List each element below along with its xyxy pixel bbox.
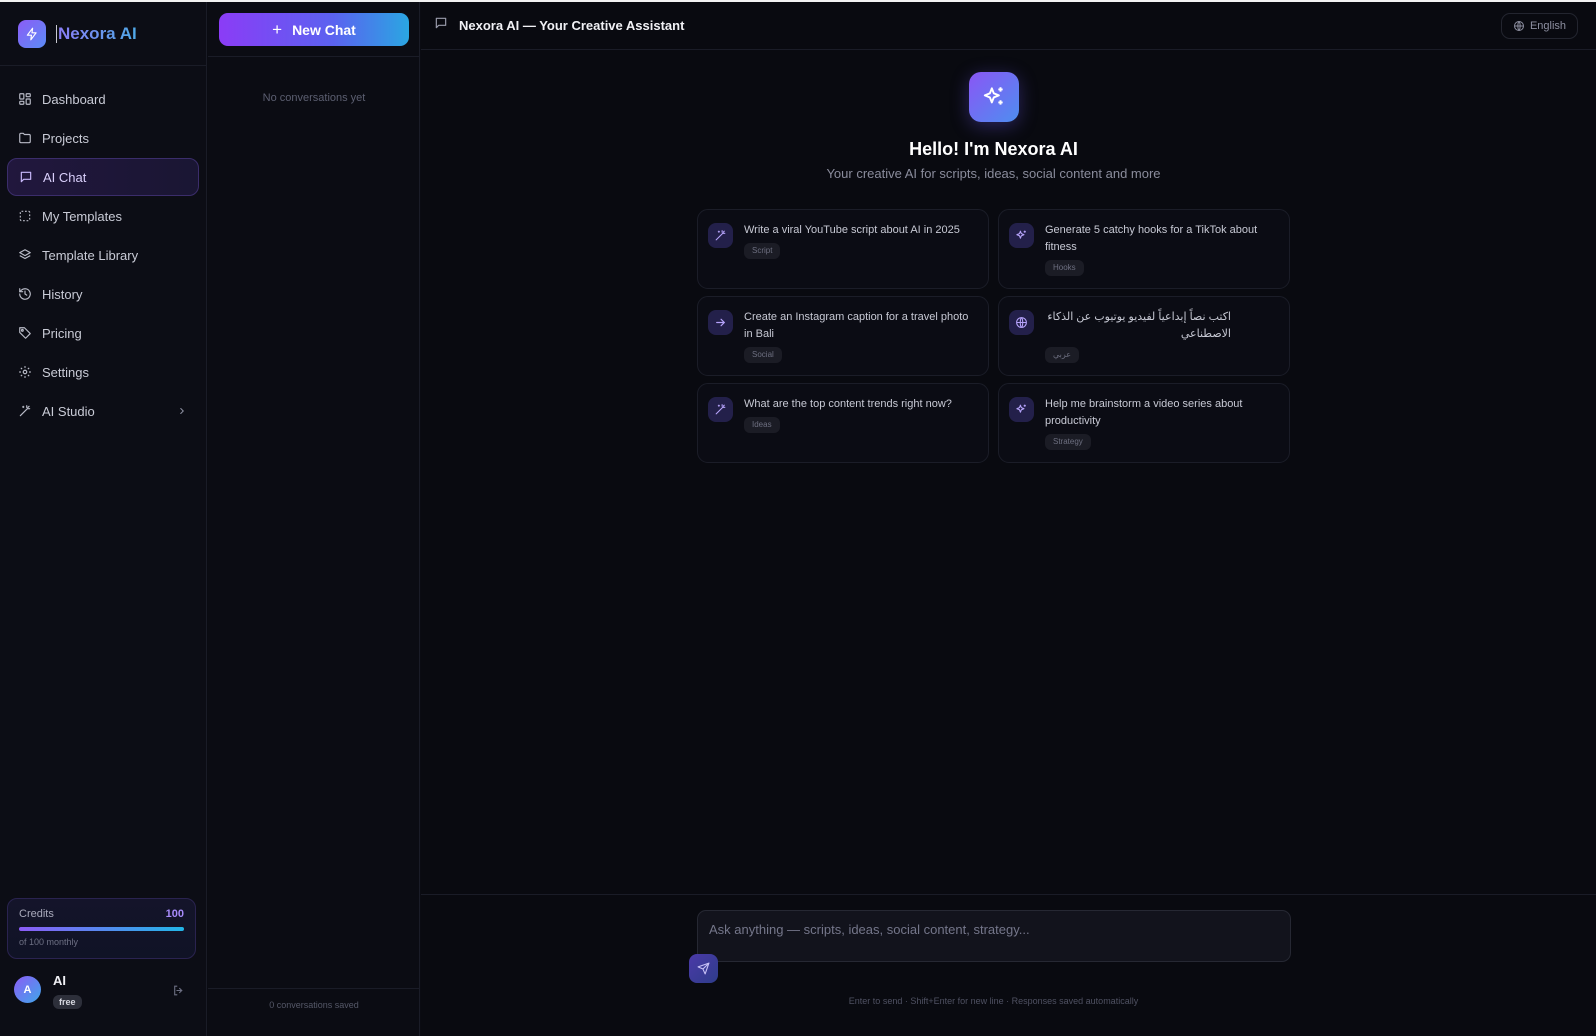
language-label: English — [1529, 20, 1567, 32]
suggestion-card[interactable]: What are the top content trends right no… — [697, 383, 989, 463]
credits-value: 100 — [165, 908, 184, 920]
sidebar-item-pricing[interactable]: Pricing — [7, 314, 199, 352]
send-icon — [697, 962, 710, 975]
tag-icon — [18, 326, 32, 340]
send-button[interactable] — [689, 954, 718, 983]
sidebar-item-settings[interactable]: Settings — [7, 353, 199, 391]
chat-icon — [434, 16, 448, 35]
logout-icon[interactable] — [172, 984, 185, 1002]
suggestion-tag: Ideas — [744, 417, 780, 433]
welcome-subtitle: Your creative AI for scripts, ideas, soc… — [826, 166, 1161, 181]
credits-label: Credits — [19, 908, 54, 920]
suggestion-tag: Strategy — [1045, 434, 1091, 450]
divider — [421, 894, 1596, 895]
sidebar-item-ai-chat[interactable]: AI Chat — [7, 158, 199, 196]
sidebar-item-template-library[interactable]: Template Library — [7, 236, 199, 274]
credits-panel: Credits 100 of 100 monthly — [7, 898, 196, 959]
sidebar-item-label: My Templates — [42, 208, 122, 224]
layers-icon — [18, 248, 32, 262]
plus-icon: + — [272, 19, 283, 39]
suggestion-tag: Hooks — [1045, 260, 1084, 276]
chat-main: Nexora AI — Your Creative Assistant Engl… — [421, 2, 1596, 1036]
sidebar-item-history[interactable]: History — [7, 275, 199, 313]
suggestion-tag: Social — [744, 347, 782, 363]
sidebar-item-label: Dashboard — [42, 91, 106, 107]
brand[interactable]: Nexora AI — [0, 2, 206, 66]
divider — [208, 988, 420, 989]
suggestion-card[interactable]: Write a viral YouTube script about AI in… — [697, 209, 989, 289]
history-icon — [18, 287, 32, 301]
message-composer[interactable] — [697, 910, 1291, 962]
sidebar: Nexora AI Dashboard Projects AI Chat My … — [0, 2, 207, 1036]
sidebar-item-label: Projects — [42, 130, 89, 146]
sidebar-item-label: AI Studio — [42, 403, 95, 419]
language-selector[interactable]: English — [1501, 13, 1578, 39]
suggestion-card[interactable]: Create an Instagram caption for a travel… — [697, 296, 989, 376]
brand-name: Nexora AI — [56, 23, 137, 43]
sidebar-item-label: Template Library — [42, 247, 139, 263]
chat-icon — [19, 170, 33, 184]
sparkles-icon — [969, 72, 1019, 122]
sidebar-item-dashboard[interactable]: Dashboard — [7, 80, 199, 118]
templates-icon — [18, 209, 32, 223]
wand-icon — [18, 404, 32, 418]
arrow-right-icon — [708, 310, 733, 335]
suggestion-card[interactable]: Generate 5 catchy hooks for a TikTok abo… — [998, 209, 1290, 289]
new-chat-label: New Chat — [292, 21, 356, 38]
suggestion-text: Write a viral YouTube script about AI in… — [744, 224, 960, 236]
wand-icon — [708, 397, 733, 422]
sidebar-item-my-templates[interactable]: My Templates — [7, 197, 199, 235]
sidebar-item-label: Settings — [42, 364, 89, 380]
chevron-right-icon — [177, 404, 187, 419]
globe-icon — [1009, 310, 1034, 335]
avatar: A — [14, 976, 41, 1003]
dashboard-icon — [18, 92, 32, 106]
conversations-count: 0 conversations saved — [269, 1000, 359, 1010]
suggestion-tag: Script — [744, 243, 781, 259]
credits-caption: of 100 monthly — [19, 937, 79, 947]
user-profile[interactable]: A AI free — [14, 970, 194, 1010]
sparkles-icon — [1009, 223, 1034, 248]
sidebar-item-label: History — [42, 286, 83, 302]
empty-conversations-text: No conversations yet — [262, 92, 366, 104]
suggestion-text: Help me brainstorm a video series about … — [1045, 398, 1243, 427]
message-input[interactable] — [709, 922, 1279, 937]
sidebar-item-ai-studio[interactable]: AI Studio — [7, 392, 199, 430]
suggestion-text: اكتب نصاً إبداعياً لفيديو يوتيوب عن الذك… — [1047, 311, 1231, 340]
page-title: Nexora AI — Your Creative Assistant — [459, 18, 685, 33]
chat-header: Nexora AI — Your Creative Assistant Engl… — [421, 2, 1596, 50]
gear-icon — [18, 365, 32, 379]
suggestion-tag: عربي — [1045, 347, 1080, 363]
suggestion-card[interactable]: اكتب نصاً إبداعياً لفيديو يوتيوب عن الذك… — [998, 296, 1290, 376]
sidebar-nav: Dashboard Projects AI Chat My Templates … — [0, 66, 206, 430]
folder-icon — [18, 131, 32, 145]
globe-icon — [1513, 20, 1525, 32]
user-name: AI — [53, 973, 66, 988]
sidebar-item-label: Pricing — [42, 325, 82, 341]
sparkles-icon — [1009, 397, 1034, 422]
conversations-panel: + New Chat No conversations yet 0 conver… — [208, 2, 420, 1036]
sidebar-item-label: AI Chat — [43, 169, 87, 185]
wand-icon — [708, 223, 733, 248]
suggestion-text: Generate 5 catchy hooks for a TikTok abo… — [1045, 224, 1258, 253]
welcome-title: Hello! I'm Nexora AI — [909, 139, 1078, 159]
suggestion-text: Create an Instagram caption for a travel… — [744, 311, 969, 340]
composer-hint: Enter to send · Shift+Enter for new line… — [848, 996, 1139, 1006]
bolt-icon — [18, 19, 46, 48]
plan-badge: free — [53, 995, 82, 1009]
credits-progress-bar — [19, 927, 184, 931]
new-chat-button[interactable]: + New Chat — [219, 13, 409, 46]
divider — [208, 56, 420, 57]
sidebar-item-projects[interactable]: Projects — [7, 119, 199, 157]
suggestion-card[interactable]: Help me brainstorm a video series about … — [998, 383, 1290, 463]
suggestion-text: What are the top content trends right no… — [744, 398, 952, 410]
